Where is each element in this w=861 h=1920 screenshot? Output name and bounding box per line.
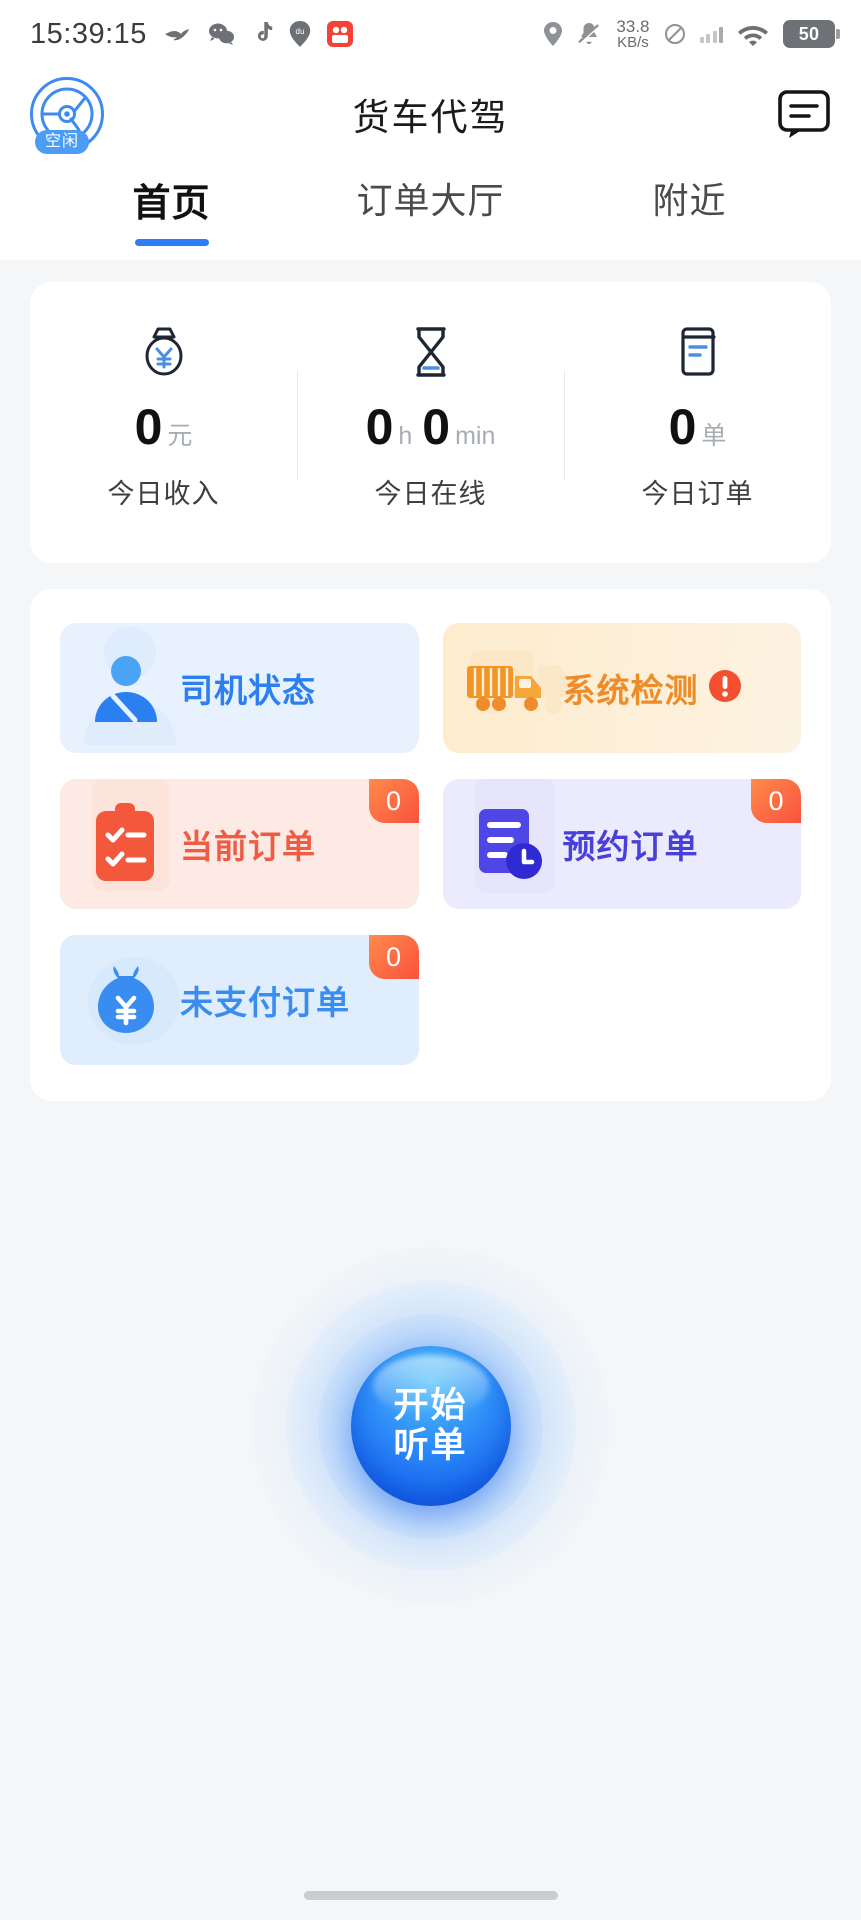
network-speed: 33.8 KB/s xyxy=(616,16,650,52)
tab-order-hall-label: 订单大厅 xyxy=(356,180,505,221)
baidu-map-icon: du xyxy=(289,21,311,47)
svg-text:du: du xyxy=(295,27,304,36)
stat-orders-value-row: 0 单 xyxy=(669,398,727,456)
stat-online-label: 今日在线 xyxy=(374,479,487,509)
money-bag-icon xyxy=(78,952,174,1048)
home-indicator[interactable] xyxy=(303,1891,558,1900)
truck-icon xyxy=(461,640,557,736)
start-listening-line1: 开始 xyxy=(393,1386,468,1426)
tile-unpaid-orders-badge: 0 xyxy=(368,935,419,979)
order-document-icon xyxy=(676,326,720,378)
tile-reserved-orders-badge: 0 xyxy=(751,779,801,823)
app-screen: 15:39:15 du 33.8 KB/s 50 空闲 货车代驾 首页 订单大厅… xyxy=(0,0,861,1920)
stat-income-label: 今日收入 xyxy=(107,479,220,509)
tab-active-underline xyxy=(134,239,209,246)
avatar[interactable]: 空闲 xyxy=(30,77,112,154)
quick-actions-grid: 司机状态 系统检测 当前订单 0 预约订单 0 未支付订单 0 xyxy=(60,623,801,1065)
driver-person-icon xyxy=(78,640,174,736)
stat-income-unit: 元 xyxy=(167,422,193,450)
wechat-icon xyxy=(207,22,235,46)
stat-orders-unit: 单 xyxy=(701,422,727,450)
tiktok-icon xyxy=(251,22,273,46)
stat-income-value-row: 0 元 xyxy=(135,398,193,456)
battery-level: 50 xyxy=(798,23,820,44)
stat-online-value-row: 0 h 0 min xyxy=(366,398,496,456)
document-clock-icon xyxy=(461,796,557,892)
battery-indicator: 50 xyxy=(783,20,840,48)
today-stats-card: 0 元 今日收入 0 h 0 min 今日在线 0 单 今日订单 xyxy=(30,282,831,563)
tab-nearby-label: 附近 xyxy=(652,180,727,221)
stat-income[interactable]: 0 元 今日收入 xyxy=(30,326,297,511)
stat-online-hours: 0 xyxy=(365,399,394,455)
tab-nearby[interactable]: 附近 xyxy=(560,160,819,260)
tile-current-orders-label: 当前订单 xyxy=(180,828,316,865)
status-bar-left: 15:39:15 du xyxy=(30,18,353,51)
status-bar-right: 33.8 KB/s 50 xyxy=(544,16,840,52)
stat-online-time[interactable]: 0 h 0 min 今日在线 xyxy=(297,326,564,511)
hourglass-icon xyxy=(410,326,452,378)
network-speed-value: 33.8 xyxy=(616,16,650,36)
stat-income-value: 0 xyxy=(134,399,163,455)
chat-bubble-icon[interactable] xyxy=(777,89,831,139)
stat-orders-label: 今日订单 xyxy=(641,479,754,509)
warning-exclamation-icon xyxy=(707,668,743,709)
page-title: 货车代驾 xyxy=(352,97,509,138)
tile-reserved-orders[interactable]: 预约订单 0 xyxy=(442,779,801,909)
quick-actions-card: 司机状态 系统检测 当前订单 0 预约订单 0 未支付订单 0 xyxy=(30,589,831,1101)
stat-online-hours-unit: h xyxy=(398,422,413,450)
start-listening-button[interactable]: 开始 听单 xyxy=(350,1346,511,1506)
tab-home[interactable]: 首页 xyxy=(42,160,301,260)
start-listening-line2: 听单 xyxy=(393,1426,468,1465)
wifi-icon xyxy=(737,22,769,46)
tab-bar: 首页 订单大厅 附近 xyxy=(0,160,861,260)
location-pin-icon xyxy=(544,22,563,46)
tile-unpaid-orders[interactable]: 未支付订单 0 xyxy=(60,935,419,1065)
tile-driver-status[interactable]: 司机状态 xyxy=(60,623,419,753)
tab-home-label: 首页 xyxy=(132,183,211,225)
bell-muted-icon xyxy=(576,21,602,47)
status-clock: 15:39:15 xyxy=(30,17,147,50)
status-bar: 15:39:15 du 33.8 KB/s 50 xyxy=(0,0,861,68)
app-header: 空闲 货车代驾 xyxy=(0,68,861,160)
stat-online-minutes: 0 xyxy=(422,399,450,455)
stat-orders-value: 0 xyxy=(668,399,697,455)
stat-online-minutes-unit: min xyxy=(455,422,496,450)
signal-bars-icon xyxy=(699,26,723,43)
tile-current-orders[interactable]: 当前订单 0 xyxy=(60,779,419,909)
kuaishou-icon xyxy=(326,21,353,47)
tile-driver-status-label: 司机状态 xyxy=(180,672,316,709)
listen-button-area: 开始 听单 xyxy=(30,1211,831,1641)
driver-status-badge: 空闲 xyxy=(35,130,90,154)
tile-reserved-orders-label: 预约订单 xyxy=(562,828,699,865)
stat-orders[interactable]: 0 单 今日订单 xyxy=(564,326,831,511)
tile-current-orders-badge: 0 xyxy=(368,779,419,823)
main-content: 0 元 今日收入 0 h 0 min 今日在线 0 单 今日订单 司机状态 系统… xyxy=(0,260,861,1641)
do-not-disturb-icon xyxy=(664,23,686,45)
stats-row: 0 元 今日收入 0 h 0 min 今日在线 0 单 今日订单 xyxy=(30,326,831,511)
money-bag-yuan-icon xyxy=(140,326,188,378)
tile-system-check[interactable]: 系统检测 xyxy=(442,623,801,753)
tile-unpaid-orders-label: 未支付订单 xyxy=(180,984,350,1021)
clipboard-checklist-icon xyxy=(78,796,174,892)
bird-app-icon xyxy=(163,23,191,45)
network-speed-unit: KB/s xyxy=(617,34,649,52)
tab-order-hall[interactable]: 订单大厅 xyxy=(301,160,560,260)
tile-system-check-label: 系统检测 xyxy=(562,672,699,709)
